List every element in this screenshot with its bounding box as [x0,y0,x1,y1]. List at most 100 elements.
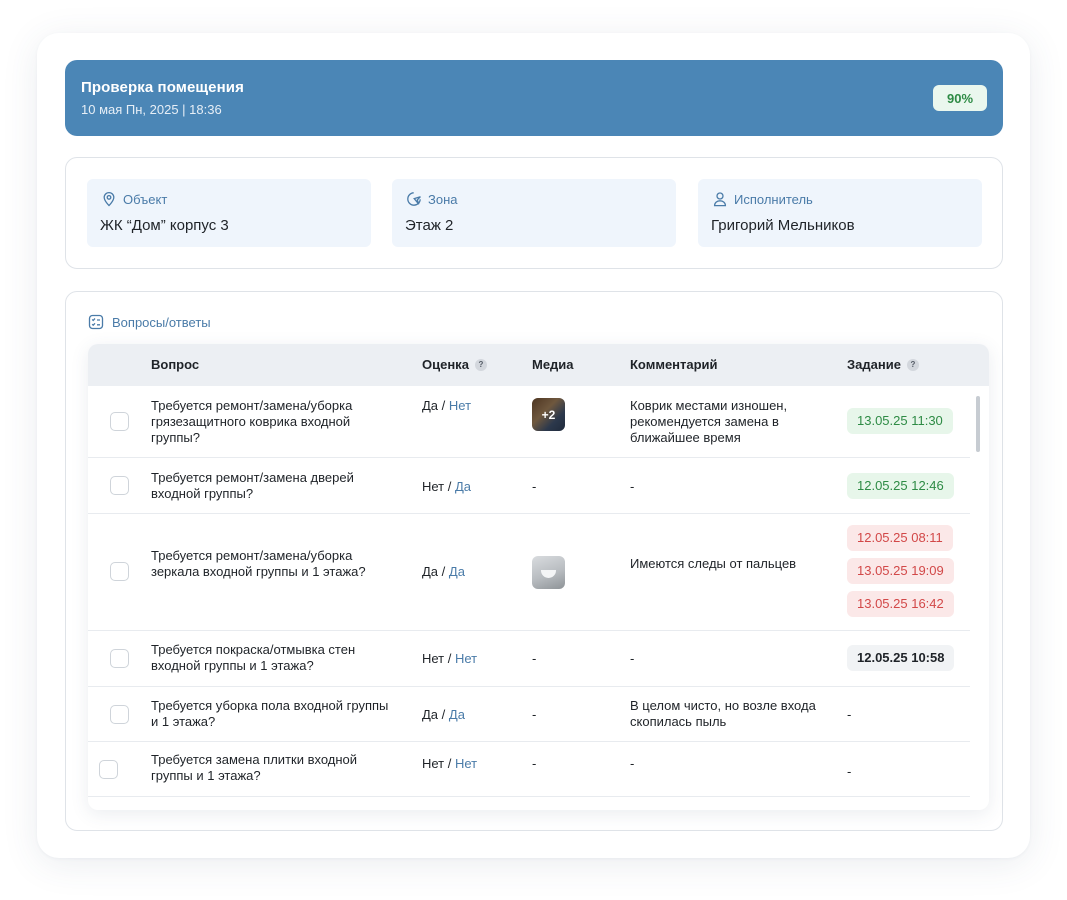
object-value: ЖК “Дом” корпус 3 [100,217,229,234]
row-checkbox[interactable] [99,760,118,779]
score: Нет / Нет [422,651,477,666]
row-checkbox[interactable] [110,705,129,724]
score-separator: / [438,707,449,722]
media-count: +2 [532,398,565,431]
table-row[interactable]: Требуется ремонт/замена дверей входной г… [88,458,970,514]
task-cell: 12.05.25 10:58 [847,645,955,671]
comment-text: - [630,756,635,771]
score-main: Нет [422,651,445,666]
qa-title-label: Вопросы/ответы [112,314,211,330]
score-alt: Да [448,564,465,579]
score: Да / Да [422,707,465,722]
score-alt: Да [454,479,472,494]
object-field: Объект ЖК “Дом” корпус 3 [87,179,371,247]
task-badge[interactable]: 12.05.25 08:11 [847,525,953,551]
task-badge[interactable]: 13.05.25 19:09 [847,558,954,584]
help-icon[interactable]: ? [474,358,487,371]
question-text: Требуется ремонт/замена/уборка зеркала в… [151,548,366,579]
media-empty: - [532,707,537,722]
task-cell: 13.05.25 11:30 [847,408,953,434]
score-alt: Да [448,707,465,722]
table-scrollbar[interactable] [976,396,980,452]
column-media-label: Медиа [532,357,574,372]
zone-label: Зона [428,191,458,207]
media-cell: +2 [532,398,565,431]
column-comment: Комментарий [630,357,718,372]
executor-field: Исполнитель Григорий Мельников [698,179,982,247]
info-panel: Объект ЖК “Дом” корпус 3 Зона Этаж 2 Исп… [65,157,1003,269]
help-icon[interactable]: ? [906,358,919,371]
column-question-label: Вопрос [151,357,200,372]
media-empty: - [532,756,537,771]
row-checkbox[interactable] [110,649,129,668]
comment-text: Имеются следы от пальцев [630,556,797,571]
score-separator: / [444,651,455,666]
score-alt: Нет [454,651,478,666]
question-text: Требуется ремонт/замена дверей входной г… [151,470,354,501]
media-empty: - [532,651,537,666]
task-cell: 12.05.25 12:46 [847,473,954,499]
row-checkbox[interactable] [110,412,129,431]
question-text: Требуется замена плитки входной группы и… [151,752,358,783]
inspection-datetime: 10 мая Пн, 2025 | 18:36 [81,102,222,117]
media-empty: - [532,479,537,494]
object-label: Объект [123,191,168,207]
table-row[interactable]: Требуется покраска/отмывка стен входной … [88,631,970,687]
inspection-header: Проверка помещения 10 мая Пн, 2025 | 18:… [65,60,1003,136]
zone-field: Зона Этаж 2 [392,179,676,247]
score-separator: / [444,479,455,494]
question-text: Требуется уборка пола входной группы и 1… [151,698,389,729]
comment-text: - [630,651,635,666]
zone-icon [407,192,421,206]
executor-label: Исполнитель [734,191,813,207]
score: Нет / Да [422,479,471,494]
column-score-label: Оценка [422,357,469,372]
row-checkbox[interactable] [110,476,129,495]
comment-text: - [630,479,635,494]
column-media: Медиа [532,357,574,372]
task-empty: - [847,764,852,779]
table-row[interactable]: Требуется замена плитки входной группы и… [88,742,970,797]
score-main: Да [422,564,439,579]
table-row[interactable]: Требуется ремонт/замена/уборка грязезащи… [88,386,970,458]
column-comment-label: Комментарий [630,357,718,372]
page-title: Проверка помещения [81,79,244,96]
score-main: Нет [422,756,445,771]
task-badge[interactable]: 12.05.25 10:58 [847,645,955,671]
question-text: Требуется ремонт/замена/уборка грязезащи… [151,398,353,445]
qa-table: Вопрос Оценка ? Медиа Комментарий Задани… [88,344,989,810]
row-checkbox[interactable] [110,562,129,581]
question-text: Требуется покраска/отмывка стен входной … [151,642,356,673]
column-task-label: Задание [847,357,901,372]
media-thumbnail[interactable] [532,556,565,589]
score-alt: Нет [454,756,478,771]
location-pin-icon [103,191,115,207]
table-row[interactable]: Требуется уборка пола входной группы и 1… [88,687,970,742]
task-empty: - [847,707,852,722]
executor-value: Григорий Мельников [711,217,855,234]
column-score: Оценка ? [422,357,487,372]
score-main: Нет [422,479,445,494]
qa-panel: Вопросы/ответы Вопрос Оценка ? Медиа Ком… [65,291,1003,831]
score-alt: Нет [448,398,472,413]
score-main: Да [422,398,439,413]
column-task: Задание ? [847,357,919,372]
qa-section-title: Вопросы/ответы [88,314,211,330]
comment-text: Коврик местами изношен, рекомендуется за… [630,398,788,445]
score: Нет / Нет [422,756,477,771]
task-badge[interactable]: 12.05.25 12:46 [847,473,954,499]
table-header: Вопрос Оценка ? Медиа Комментарий Задани… [88,344,989,386]
completion-badge: 90% [933,85,987,111]
zone-value: Этаж 2 [405,217,454,234]
media-thumbnail[interactable]: +2 [532,398,565,431]
score-main: Да [422,707,439,722]
media-cell [532,556,565,589]
column-question: Вопрос [151,357,199,372]
task-badge[interactable]: 13.05.25 11:30 [847,408,953,434]
comment-text: В целом чисто, но возле входа скопилась … [630,698,816,729]
task-badge[interactable]: 13.05.25 16:42 [847,591,954,617]
table-row[interactable]: Требуется ремонт/замена/уборка зеркала в… [88,514,970,631]
score-separator: / [438,398,449,413]
score-separator: / [438,564,449,579]
score-separator: / [444,756,455,771]
